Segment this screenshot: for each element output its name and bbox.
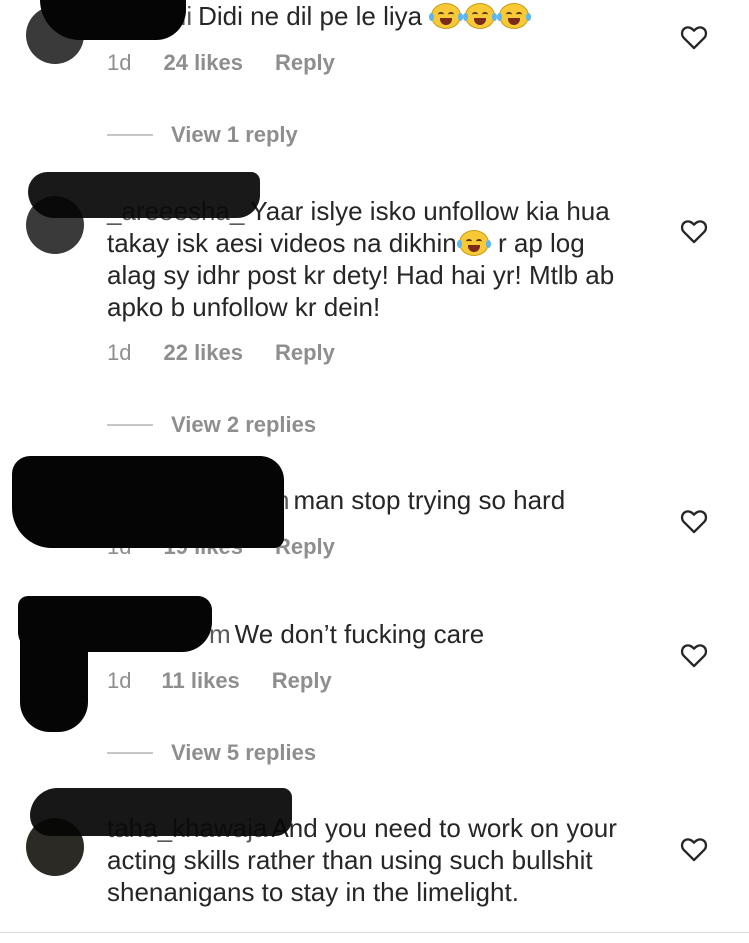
view-replies-button[interactable]: View 2 replies (107, 412, 316, 438)
redaction-block (30, 788, 292, 836)
reply-button[interactable]: Reply (275, 340, 335, 366)
bottom-divider (0, 932, 749, 933)
divider (107, 134, 153, 136)
heart-outline-icon[interactable] (680, 642, 708, 668)
reply-button[interactable]: Reply (275, 50, 335, 76)
divider (107, 752, 153, 754)
view-replies-button[interactable]: View 1 reply (107, 122, 298, 148)
timestamp: 1d (107, 668, 132, 693)
heart-outline-icon[interactable] (680, 836, 708, 862)
likes-count[interactable]: 24 likes (163, 50, 243, 76)
laughing-emoji-icon (429, 3, 464, 29)
redaction-block (20, 640, 88, 732)
redaction-block (28, 172, 260, 218)
heart-outline-icon[interactable] (680, 508, 708, 534)
likes-count[interactable]: 11 likes (161, 668, 239, 694)
comment-meta: 1d 24 likes Reply (107, 50, 335, 76)
reply-button[interactable]: Reply (272, 668, 332, 694)
comment-meta: 1d 22 likes Reply (107, 340, 335, 366)
likes-count[interactable]: 22 likes (163, 340, 243, 366)
comment-meta: 1d 11 likes Reply (107, 668, 332, 694)
laughing-emoji-icon (456, 230, 491, 256)
redaction-block (12, 456, 284, 548)
comment-text: iiiiDidi ne dil pe le liya (107, 0, 637, 32)
heart-outline-icon[interactable] (680, 218, 708, 244)
heart-outline-icon[interactable] (680, 24, 708, 50)
laughing-emoji-icon (497, 3, 532, 29)
timestamp: 1d (107, 50, 132, 75)
redaction-block (40, 0, 186, 40)
timestamp: 1d (107, 340, 132, 365)
username[interactable]: m (209, 619, 231, 649)
divider (107, 424, 153, 426)
laughing-emoji-icon (463, 3, 498, 29)
view-replies-button[interactable]: View 5 replies (107, 740, 316, 766)
